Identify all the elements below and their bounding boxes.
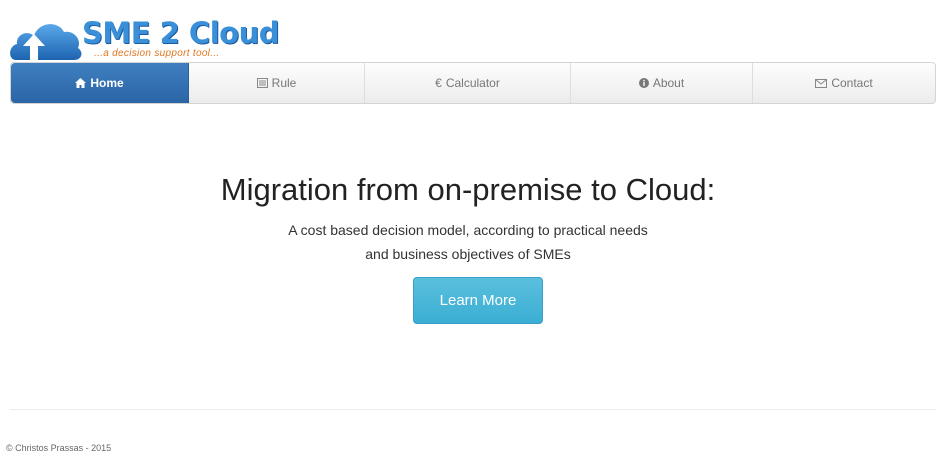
nav-label-calculator: Calculator xyxy=(445,76,500,90)
hero-title: Migration from on-premise to Cloud: xyxy=(220,172,716,207)
footer-divider xyxy=(10,409,936,410)
nav-item-about[interactable]: About xyxy=(571,63,753,103)
nav-item-home[interactable]: Home xyxy=(11,63,189,103)
nav-item-rule[interactable]: Rule xyxy=(189,63,365,103)
nav-label-about: About xyxy=(652,76,685,90)
main-navbar: Home Rule € Calculator About Contact xyxy=(10,62,936,104)
brand-tagline: ...a decision support tool... xyxy=(94,48,220,59)
nav-item-calculator[interactable]: € Calculator xyxy=(365,63,571,103)
list-icon xyxy=(256,78,268,88)
cloud-upload-icon xyxy=(10,24,82,60)
learn-more-button[interactable]: Learn More xyxy=(413,277,543,324)
nav-label-contact: Contact xyxy=(831,76,873,90)
brand-name: SME 2 Cloud xyxy=(82,16,279,50)
euro-icon: € xyxy=(435,76,442,90)
footer-copyright: © Christos Prassas - 2015 xyxy=(6,443,112,453)
home-icon xyxy=(75,78,87,88)
site-logo[interactable]: SME 2 Cloud ...a decision support tool..… xyxy=(8,8,308,64)
info-icon xyxy=(638,78,649,88)
nav-item-contact[interactable]: Contact xyxy=(753,63,935,103)
envelope-icon xyxy=(815,78,828,88)
nav-label-rule: Rule xyxy=(271,76,297,90)
hero-subtitle-line1: A cost based decision model, according t… xyxy=(288,222,648,238)
hero-subtitle-line2: and business objectives of SMEs xyxy=(365,246,571,262)
nav-label-home: Home xyxy=(90,76,124,90)
